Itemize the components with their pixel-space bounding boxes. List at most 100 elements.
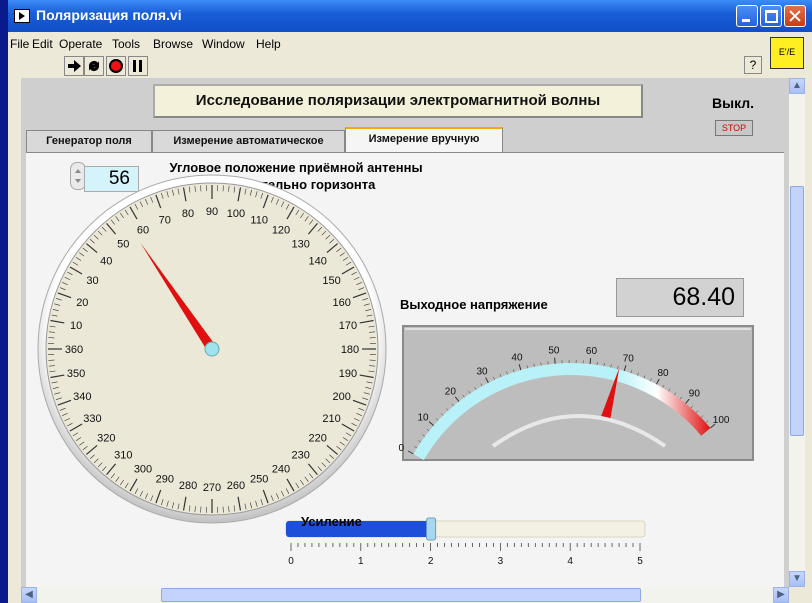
minimize-button[interactable]: [736, 5, 758, 27]
meter-tick-label: 10: [418, 412, 430, 423]
title-bar[interactable]: Поляризация поля.vi: [8, 0, 812, 32]
header-title: Исследование поляризации электромагнитно…: [195, 92, 601, 109]
meter-tick-label: 100: [713, 415, 730, 426]
power-label: Выкл.: [712, 95, 755, 111]
context-help-icon[interactable]: ?: [744, 56, 762, 74]
output-voltage-label: Выходное напряжение: [400, 297, 548, 312]
labview-window: Поляризация поля.vi File Edit Operate To…: [8, 0, 812, 603]
vi-icon: [14, 9, 30, 23]
voltage-meter: 0 10 20 30 40 50 60 70 80 90 100: [398, 325, 754, 461]
menu-operate[interactable]: Operate: [59, 37, 102, 51]
dial-tick-label: 360: [65, 344, 83, 356]
dial-hub: [204, 341, 220, 357]
dial-tick-label: 40: [100, 255, 112, 267]
meter-highlight: [405, 328, 751, 330]
horizontal-scroll-thumb[interactable]: [161, 588, 641, 602]
stop-button[interactable]: STOP: [715, 120, 753, 136]
dial-tick-label: 10: [70, 320, 82, 332]
dial-tick-label: 150: [322, 275, 340, 287]
dial-tick-label: 300: [134, 464, 152, 476]
dial-tick-label: 310: [114, 450, 132, 462]
meter-tick-label: 40: [511, 353, 523, 364]
tab-manual-measure[interactable]: Измерение вручную: [345, 127, 503, 153]
vertical-scrollbar[interactable]: ▲ ▼: [789, 78, 805, 587]
dial-tick-label: 130: [292, 238, 310, 250]
window-title: Поляризация поля.vi: [36, 7, 182, 23]
close-button[interactable]: [784, 5, 806, 27]
dial-tick-label: 120: [272, 224, 290, 236]
dial-tick-label: 110: [250, 214, 268, 226]
scroll-right-icon[interactable]: ▶: [773, 587, 789, 603]
dial-tick-label: 210: [322, 413, 340, 425]
slider-tick-label: 3: [498, 556, 504, 567]
dial-tick-label: 260: [227, 480, 245, 492]
menu-edit[interactable]: Edit: [32, 37, 53, 51]
scroll-up-icon[interactable]: ▲: [789, 78, 805, 94]
manual-measure-page: 56 Угловое положение приёмной антенны от…: [26, 152, 784, 587]
slider-tick-label: 2: [428, 556, 434, 567]
menu-help[interactable]: Help: [256, 37, 281, 51]
vertical-scroll-thumb[interactable]: [790, 186, 804, 436]
menu-window[interactable]: Window: [202, 37, 245, 51]
dial-tick-label: 60: [137, 224, 149, 236]
run-arrow-icon[interactable]: [64, 56, 84, 76]
slider-tick-label: 5: [637, 556, 643, 567]
header-banner: Исследование поляризации электромагнитно…: [153, 84, 643, 118]
pause-icon[interactable]: [128, 56, 148, 76]
maximize-button[interactable]: [760, 5, 782, 27]
menu-browse[interactable]: Browse: [153, 37, 193, 51]
dial-tick-label: 200: [332, 391, 350, 403]
dial-tick-label: 290: [156, 474, 174, 486]
menu-bar: File Edit Operate Tools Browse Window He…: [8, 33, 812, 53]
meter-tick-label: 60: [586, 346, 598, 357]
dial-tick-label: 280: [179, 480, 197, 492]
dial-tick-label: 160: [332, 297, 350, 309]
scroll-left-icon[interactable]: ◀: [21, 587, 37, 603]
dial-tick-label: 350: [67, 368, 85, 380]
meter-tick-label: 0: [398, 443, 404, 454]
menu-tools[interactable]: Tools: [112, 37, 140, 51]
dial-tick-label: 190: [339, 368, 357, 380]
toolbar: ?: [8, 53, 812, 78]
angle-dial[interactable]: 60 70 80 90 100 110 120130 140 150 160 170 180 190 20…: [37, 174, 387, 524]
dial-tick-label: 240: [272, 464, 290, 476]
scroll-down-icon[interactable]: ▼: [789, 571, 805, 587]
meter-tick-label: 70: [623, 354, 635, 365]
meter-tick: [554, 357, 556, 364]
horizontal-scrollbar[interactable]: ◀ ▶: [21, 587, 789, 603]
slider-tick-label: 4: [567, 556, 573, 567]
dial-tick-label: 320: [97, 433, 115, 445]
dial-tick-label: 330: [83, 413, 101, 425]
dial-tick-label: 180: [341, 344, 359, 356]
controls-canvas: 607080 90 10011012013014015016017018019020…: [37, 174, 754, 567]
dial-tick-label: 230: [292, 450, 310, 462]
dial-tick-label: 70: [159, 214, 171, 226]
dial-tick-label: 20: [76, 297, 88, 309]
meter-tick-label: 20: [445, 387, 457, 398]
dial-tick-label: 220: [309, 433, 327, 445]
dial-tick-label: 170: [339, 320, 357, 332]
dial-tick-label: 270: [203, 482, 221, 494]
dial-tick-label: 340: [73, 391, 91, 403]
menu-file[interactable]: File: [10, 37, 29, 51]
dial-tick-label: 90: [206, 206, 218, 218]
slider-tick-label: 0: [288, 556, 294, 567]
meter-tick: [589, 357, 592, 365]
dial-tick-label: 140: [309, 255, 327, 267]
front-panel: Исследование поляризации электромагнитно…: [21, 78, 789, 587]
gain-title: Усиление: [301, 514, 362, 529]
meter-tick-label: 50: [548, 346, 560, 357]
meter-tick-label: 90: [689, 389, 701, 400]
meter-tick-label: 80: [657, 368, 669, 379]
output-voltage-value: 68.40: [616, 278, 744, 317]
dial-tick-label: 100: [227, 208, 245, 220]
abort-icon[interactable]: [106, 56, 126, 76]
slider-tick-label: 1: [358, 556, 364, 567]
tab-auto-measure[interactable]: Измерение автоматическое: [152, 130, 345, 152]
dial-tick-label: 80: [182, 208, 194, 220]
dial-tick-label: 250: [250, 474, 268, 486]
run-continuously-icon[interactable]: [84, 56, 104, 76]
dial-tick-label: 30: [86, 275, 98, 287]
tab-generator[interactable]: Генератор поля: [26, 130, 152, 152]
vi-connector-icon: E'/E: [770, 37, 804, 69]
